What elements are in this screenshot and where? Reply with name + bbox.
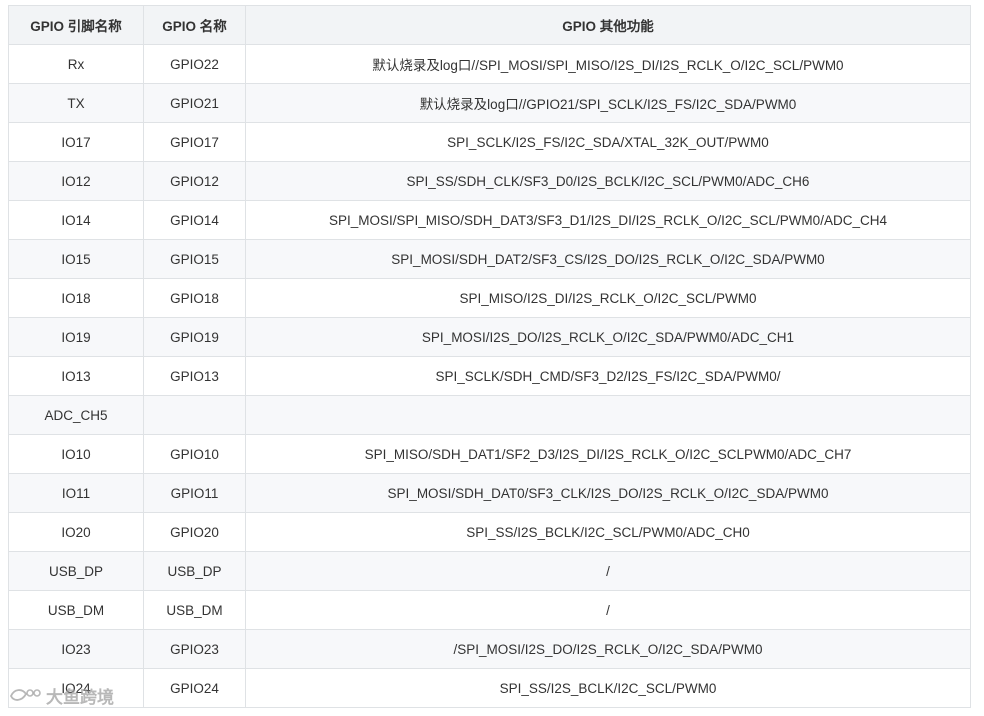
table-row: IO14 GPIO14 SPI_MOSI/SPI_MISO/SDH_DAT3/SF3… — [8, 200, 971, 240]
cell-pin-name: IO23 — [8, 629, 144, 669]
cell-gpio-name: GPIO10 — [143, 434, 246, 474]
cell-other-functions: SPI_SS/I2S_BCLK/I2C_SCL/PWM0 — [245, 668, 971, 708]
cell-other-functions: 默认烧录及log口//SPI_MOSI/SPI_MISO/I2S_DI/I2S_… — [245, 44, 971, 84]
cell-gpio-name: GPIO21 — [143, 83, 246, 123]
header-gpio-name: GPIO 名称 — [143, 5, 246, 45]
header-pin-name: GPIO 引脚名称 — [8, 5, 144, 45]
cell-other-functions: SPI_SCLK/SDH_CMD/SF3_D2/I2S_FS/I2C_SDA/P… — [245, 356, 971, 396]
table-row: IO10 GPIO10 SPI_MISO/SDH_DAT1/SF2_D3/I2S_D… — [8, 434, 971, 474]
cell-other-functions: /SPI_MOSI/I2S_DO/I2S_RCLK_O/I2C_SDA/PWM0 — [245, 629, 971, 669]
cell-gpio-name: USB_DP — [143, 551, 246, 591]
cell-pin-name: IO14 — [8, 200, 144, 240]
cell-other-functions: SPI_SS/SDH_CLK/SF3_D0/I2S_BCLK/I2C_SCL/P… — [245, 161, 971, 201]
cell-pin-name: IO11 — [8, 473, 144, 513]
cell-gpio-name: GPIO12 — [143, 161, 246, 201]
table-row: ADC_CH5 — [8, 395, 971, 435]
cell-pin-name: IO17 — [8, 122, 144, 162]
gpio-table-container: GPIO 引脚名称 GPIO 名称 GPIO 其他功能 Rx GPIO22 默认烧录… — [8, 5, 971, 708]
table-row: IO13 GPIO13 SPI_SCLK/SDH_CMD/SF3_D2/I2S_FS… — [8, 356, 971, 396]
table-body: Rx GPIO22 默认烧录及log口//SPI_MOSI/SPI_MISO/I2S… — [8, 44, 971, 708]
cell-pin-name: ADC_CH5 — [8, 395, 144, 435]
table-row: Rx GPIO22 默认烧录及log口//SPI_MOSI/SPI_MISO/I2S… — [8, 44, 971, 84]
cell-pin-name: IO24 — [8, 668, 144, 708]
cell-gpio-name: GPIO18 — [143, 278, 246, 318]
table-row: USB_DP USB_DP / — [8, 551, 971, 591]
cell-gpio-name: GPIO15 — [143, 239, 246, 279]
table-row: TX GPIO21 默认烧录及log口//GPIO21/SPI_SCLK/I2S_F… — [8, 83, 971, 123]
header-other-functions: GPIO 其他功能 — [245, 5, 971, 45]
table-header: GPIO 引脚名称 GPIO 名称 GPIO 其他功能 — [8, 5, 971, 45]
cell-pin-name: IO19 — [8, 317, 144, 357]
table-row: IO20 GPIO20 SPI_SS/I2S_BCLK/I2C_SCL/PWM0/A… — [8, 512, 971, 552]
cell-pin-name: IO18 — [8, 278, 144, 318]
cell-other-functions: SPI_MOSI/SPI_MISO/SDH_DAT3/SF3_D1/I2S_DI… — [245, 200, 971, 240]
table-row: IO15 GPIO15 SPI_MOSI/SDH_DAT2/SF3_CS/I2S_D… — [8, 239, 971, 279]
gpio-pin-table: GPIO 引脚名称 GPIO 名称 GPIO 其他功能 Rx GPIO22 默认烧录… — [8, 5, 971, 708]
cell-other-functions: SPI_MISO/SDH_DAT1/SF2_D3/I2S_DI/I2S_RCLK… — [245, 434, 971, 474]
cell-pin-name: IO12 — [8, 161, 144, 201]
cell-gpio-name: GPIO20 — [143, 512, 246, 552]
header-row: GPIO 引脚名称 GPIO 名称 GPIO 其他功能 — [8, 5, 971, 45]
cell-other-functions — [245, 395, 971, 435]
cell-other-functions: SPI_MISO/I2S_DI/I2S_RCLK_O/I2C_SCL/PWM0 — [245, 278, 971, 318]
cell-gpio-name: GPIO14 — [143, 200, 246, 240]
cell-pin-name: Rx — [8, 44, 144, 84]
cell-other-functions: / — [245, 590, 971, 630]
cell-gpio-name: GPIO19 — [143, 317, 246, 357]
table-row: IO19 GPIO19 SPI_MOSI/I2S_DO/I2S_RCLK_O/I2C… — [8, 317, 971, 357]
cell-pin-name: USB_DP — [8, 551, 144, 591]
table-row: IO11 GPIO11 SPI_MOSI/SDH_DAT0/SF3_CLK/I2S_… — [8, 473, 971, 513]
cell-gpio-name: GPIO22 — [143, 44, 246, 84]
cell-gpio-name: USB_DM — [143, 590, 246, 630]
cell-pin-name: IO13 — [8, 356, 144, 396]
cell-other-functions: / — [245, 551, 971, 591]
cell-other-functions: SPI_MOSI/SDH_DAT2/SF3_CS/I2S_DO/I2S_RCLK… — [245, 239, 971, 279]
cell-pin-name: USB_DM — [8, 590, 144, 630]
cell-pin-name: IO10 — [8, 434, 144, 474]
cell-other-functions: SPI_MOSI/SDH_DAT0/SF3_CLK/I2S_DO/I2S_RCL… — [245, 473, 971, 513]
cell-gpio-name: GPIO24 — [143, 668, 246, 708]
cell-other-functions: SPI_SCLK/I2S_FS/I2C_SDA/XTAL_32K_OUT/PWM… — [245, 122, 971, 162]
cell-other-functions: SPI_MOSI/I2S_DO/I2S_RCLK_O/I2C_SDA/PWM0/… — [245, 317, 971, 357]
cell-pin-name: TX — [8, 83, 144, 123]
cell-pin-name: IO15 — [8, 239, 144, 279]
table-row: IO24 GPIO24 SPI_SS/I2S_BCLK/I2C_SCL/PWM0 — [8, 668, 971, 708]
cell-gpio-name — [143, 395, 246, 435]
table-row: USB_DM USB_DM / — [8, 590, 971, 630]
cell-gpio-name: GPIO13 — [143, 356, 246, 396]
cell-gpio-name: GPIO23 — [143, 629, 246, 669]
table-row: IO17 GPIO17 SPI_SCLK/I2S_FS/I2C_SDA/XTAL_3… — [8, 122, 971, 162]
table-row: IO23 GPIO23/SPI_MOSI/I2S_DO/I2S_RCLK_O/I2… — [8, 629, 971, 669]
cell-other-functions: 默认烧录及log口//GPIO21/SPI_SCLK/I2S_FS/I2C_SD… — [245, 83, 971, 123]
cell-other-functions: SPI_SS/I2S_BCLK/I2C_SCL/PWM0/ADC_CH0 — [245, 512, 971, 552]
cell-gpio-name: GPIO11 — [143, 473, 246, 513]
cell-pin-name: IO20 — [8, 512, 144, 552]
table-row: IO18 GPIO18 SPI_MISO/I2S_DI/I2S_RCLK_O/I2C… — [8, 278, 971, 318]
table-row: IO12 GPIO12 SPI_SS/SDH_CLK/SF3_D0/I2S_BCLK… — [8, 161, 971, 201]
cell-gpio-name: GPIO17 — [143, 122, 246, 162]
